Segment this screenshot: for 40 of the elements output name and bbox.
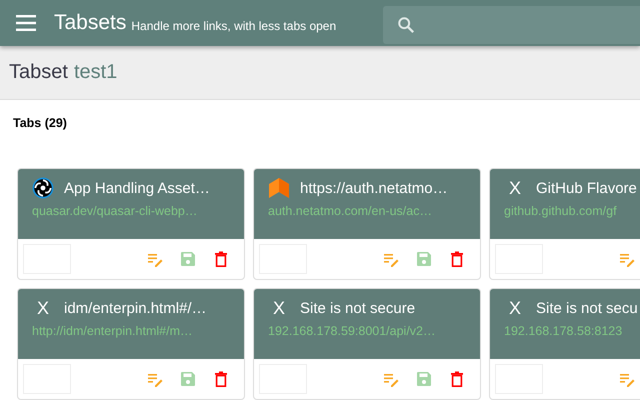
chevron-logo-icon xyxy=(268,177,290,199)
save-icon[interactable] xyxy=(180,251,196,267)
swirl-logo-icon xyxy=(32,177,54,199)
edit-list-icon[interactable] xyxy=(383,371,399,387)
menu-icon[interactable] xyxy=(16,15,36,31)
edit-list-icon[interactable] xyxy=(619,371,635,387)
section-title: Tabs (29) xyxy=(12,115,68,132)
tab-title: GitHub Flavore xyxy=(536,180,637,196)
tab-card[interactable]: https://auth.netatmo… auth.netatmo.com/en-us/ac… xyxy=(253,168,481,280)
edit-list-icon[interactable] xyxy=(147,371,163,387)
tab-title: Site is not secu xyxy=(536,300,638,316)
save-icon[interactable] xyxy=(416,251,432,267)
delete-icon[interactable] xyxy=(213,251,229,267)
app-title: Tabsets xyxy=(54,11,126,35)
save-icon[interactable] xyxy=(180,371,196,387)
tab-card[interactable]: App Handling Asset… quasar.dev/quasar-cli-webp… xyxy=(17,168,245,280)
edit-list-icon[interactable] xyxy=(619,251,635,267)
edit-list-icon[interactable] xyxy=(147,251,163,267)
tabset-label: Tabset xyxy=(9,61,68,84)
tab-card[interactable]: X GitHub Flavore github.github.com/gf xyxy=(489,168,640,280)
tab-title: App Handling Asset… xyxy=(64,180,210,196)
search-field[interactable] xyxy=(383,6,640,44)
tab-card[interactable]: X idm/enterpin.html#/… http://idm/enterpin.html#/m… xyxy=(17,288,245,400)
tab-title: idm/enterpin.html#/… xyxy=(64,300,207,316)
app-subtitle: Handle more links, with less tabs open xyxy=(131,19,336,33)
tab-card[interactable]: X Site is not secu 192.168.178.58:8123 xyxy=(489,288,640,400)
tab-title: Site is not secure xyxy=(300,300,416,316)
delete-icon[interactable] xyxy=(449,371,465,387)
tab-card[interactable]: X Site is not secure 192.168.178.59:8001/api/v2… xyxy=(253,288,481,400)
edit-list-icon[interactable] xyxy=(383,251,399,267)
letter-icon: X xyxy=(504,178,526,198)
letter-icon: X xyxy=(268,298,290,318)
tab-title: https://auth.netatmo… xyxy=(300,180,448,196)
letter-icon: X xyxy=(504,298,526,318)
search-icon xyxy=(397,16,415,34)
delete-icon[interactable] xyxy=(213,371,229,387)
letter-icon: X xyxy=(32,298,54,318)
delete-icon[interactable] xyxy=(449,251,465,267)
save-icon[interactable] xyxy=(416,371,432,387)
tabset-name: test1 xyxy=(74,61,118,84)
